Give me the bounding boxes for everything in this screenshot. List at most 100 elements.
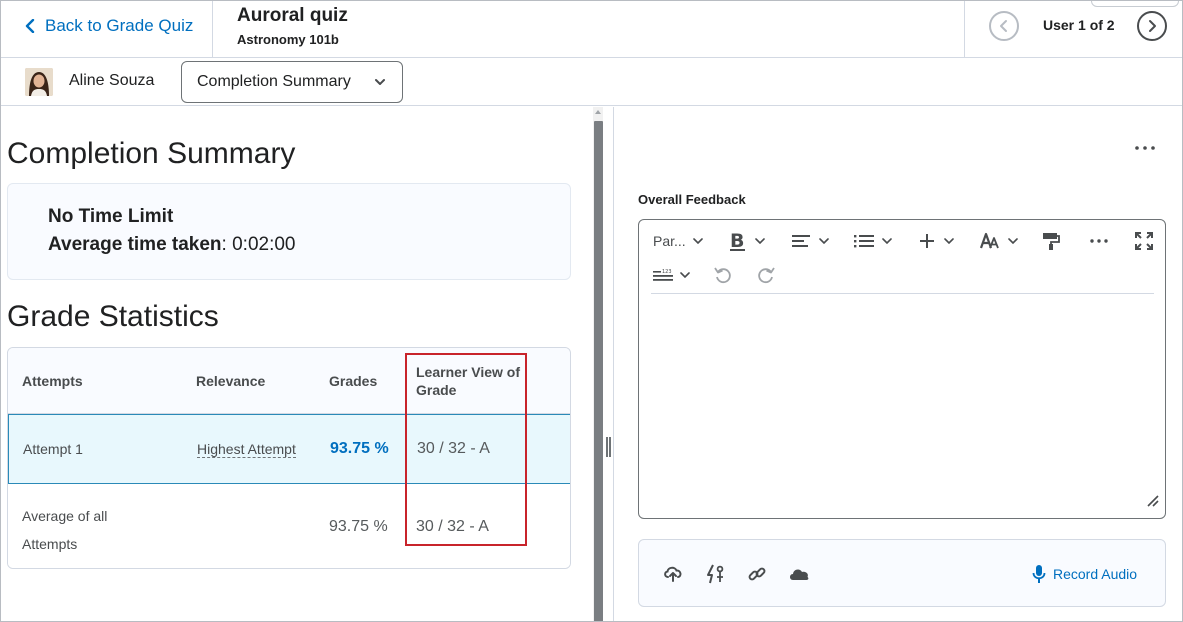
- more-options-button[interactable]: [1131, 138, 1159, 158]
- average-time-value: : 0:02:00: [221, 234, 296, 255]
- table-row: Average of all Attempts 93.75 % 30 / 32 …: [8, 484, 570, 568]
- svg-text:123: 123: [662, 269, 672, 275]
- bullet-list-icon: [854, 235, 874, 248]
- chevron-down-icon: [1008, 238, 1018, 244]
- time-limit-text: No Time Limit: [48, 206, 174, 227]
- scroll-up-arrow-icon: [595, 110, 601, 114]
- undo-button[interactable]: [714, 262, 732, 288]
- chevron-down-icon: [819, 238, 829, 244]
- line-spacing-button[interactable]: 123: [653, 262, 690, 288]
- redo-button[interactable]: [757, 262, 775, 288]
- back-to-grade-quiz-link[interactable]: Back to Grade Quiz: [25, 15, 193, 37]
- user-name: Aline Souza: [69, 72, 155, 89]
- line-spacing-icon: 123: [653, 269, 673, 281]
- record-audio-button[interactable]: Record Audio: [1032, 564, 1137, 584]
- paragraph-style-dropdown[interactable]: Par...: [653, 228, 703, 254]
- fullscreen-icon: [1135, 232, 1153, 250]
- chevron-down-icon: [692, 238, 703, 244]
- quicklink-icon: [707, 564, 724, 584]
- record-audio-label: Record Audio: [1053, 566, 1138, 582]
- overall-feedback-label: Overall Feedback: [638, 192, 746, 207]
- upload-file-button[interactable]: [661, 562, 685, 586]
- learner-view-cell: 30 / 32 - A: [416, 518, 489, 535]
- insert-button[interactable]: [920, 228, 954, 254]
- average-time-text: Average time taken: 0:02:00: [48, 234, 296, 256]
- toolbar-divider: [651, 293, 1154, 294]
- header-divider: [212, 1, 213, 58]
- fullscreen-button[interactable]: [1135, 228, 1153, 254]
- grade-statistics-heading: Grade Statistics: [7, 300, 219, 333]
- cloud-upload-icon: [664, 566, 682, 582]
- ellipsis-icon: [1090, 239, 1108, 243]
- grade-cell: 93.75 %: [330, 440, 389, 457]
- resize-handle-icon[interactable]: [1145, 493, 1159, 512]
- completion-summary-heading: Completion Summary: [7, 137, 296, 170]
- list-button[interactable]: [854, 228, 892, 254]
- top-edge-control: [1091, 1, 1179, 7]
- top-header: Back to Grade Quiz Auroral quiz Astronom…: [1, 1, 1182, 58]
- table-row[interactable]: Attempt 1 Highest Attempt 93.75 % 30 / 3…: [8, 414, 570, 484]
- grade-statistics-table: Attempts Relevance Grades Learner View o…: [7, 347, 571, 569]
- view-select-value: Completion Summary: [197, 73, 351, 90]
- column-header-relevance: Relevance: [196, 373, 266, 389]
- scrollbar-thumb[interactable]: [594, 121, 603, 621]
- time-summary-card: No Time Limit Average time taken: 0:02:0…: [7, 183, 571, 280]
- microphone-icon: [1032, 565, 1046, 583]
- chevron-right-icon: [1149, 20, 1156, 32]
- chevron-left-icon: [1000, 20, 1007, 32]
- chevron-down-icon: [882, 238, 892, 244]
- panel-splitter[interactable]: [603, 107, 614, 621]
- align-left-icon: [792, 235, 810, 247]
- attach-link-button[interactable]: [745, 562, 769, 586]
- view-select-dropdown[interactable]: Completion Summary: [181, 61, 403, 103]
- plus-icon: [920, 234, 934, 248]
- ellipsis-icon: [1135, 146, 1155, 150]
- chevron-down-icon: [944, 238, 954, 244]
- next-user-button[interactable]: [1137, 11, 1167, 41]
- user-count: User 1 of 2: [1043, 17, 1115, 33]
- quiz-title: Auroral quiz: [237, 5, 348, 26]
- column-header-grades: Grades: [329, 373, 378, 389]
- left-panel: Completion Summary No Time Limit Average…: [1, 107, 593, 621]
- user-bar: Aline Souza Completion Summary: [1, 58, 1182, 106]
- header-divider: [964, 1, 965, 58]
- drag-handle-icon: [606, 437, 611, 457]
- column-header-attempts: Attempts: [22, 373, 83, 389]
- feedback-text-area[interactable]: [651, 300, 1154, 510]
- link-icon: [748, 567, 766, 581]
- font-size-button[interactable]: [980, 228, 1018, 254]
- grade-quiz-window: Back to Grade Quiz Auroral quiz Astronom…: [0, 0, 1183, 622]
- feedback-editor: Par... B 123: [638, 219, 1166, 519]
- paint-roller-icon: [1043, 233, 1060, 250]
- previous-user-button[interactable]: [989, 11, 1019, 41]
- onedrive-button[interactable]: [787, 562, 811, 586]
- more-tools-button[interactable]: [1090, 228, 1108, 254]
- course-name: Astronomy 101b: [237, 32, 339, 47]
- back-link-label: Back to Grade Quiz: [45, 16, 194, 35]
- chevron-down-icon: [375, 79, 385, 85]
- highest-attempt-link[interactable]: Highest Attempt: [197, 441, 296, 458]
- svg-text:B: B: [730, 230, 744, 252]
- redo-icon: [758, 267, 775, 284]
- insert-quicklink-button[interactable]: [703, 562, 727, 586]
- chevron-left-icon: [25, 19, 35, 33]
- average-time-label: Average time taken: [48, 234, 222, 255]
- chevron-down-icon: [755, 238, 765, 244]
- attachments-bar: Record Audio: [638, 539, 1166, 607]
- table-header-row: Attempts Relevance Grades Learner View o…: [8, 348, 570, 414]
- bold-button[interactable]: B: [729, 228, 765, 254]
- relevance-cell: Highest Attempt: [197, 441, 296, 458]
- cloud-icon: [790, 569, 809, 580]
- format-painter-button[interactable]: [1042, 228, 1060, 254]
- bold-icon: B: [730, 230, 745, 252]
- learner-view-cell: 30 / 32 - A: [417, 440, 490, 457]
- attempt-cell: Average of all Attempts: [22, 508, 108, 552]
- paragraph-style-value: Par...: [653, 233, 686, 249]
- attempt-cell: Attempt 1: [23, 441, 83, 457]
- undo-icon: [714, 267, 731, 284]
- left-panel-scrollbar[interactable]: [593, 107, 603, 621]
- column-header-learner-view: Learner View of Grade: [416, 364, 521, 398]
- avatar: [25, 68, 53, 96]
- chevron-down-icon: [680, 272, 690, 278]
- alignment-button[interactable]: [792, 228, 829, 254]
